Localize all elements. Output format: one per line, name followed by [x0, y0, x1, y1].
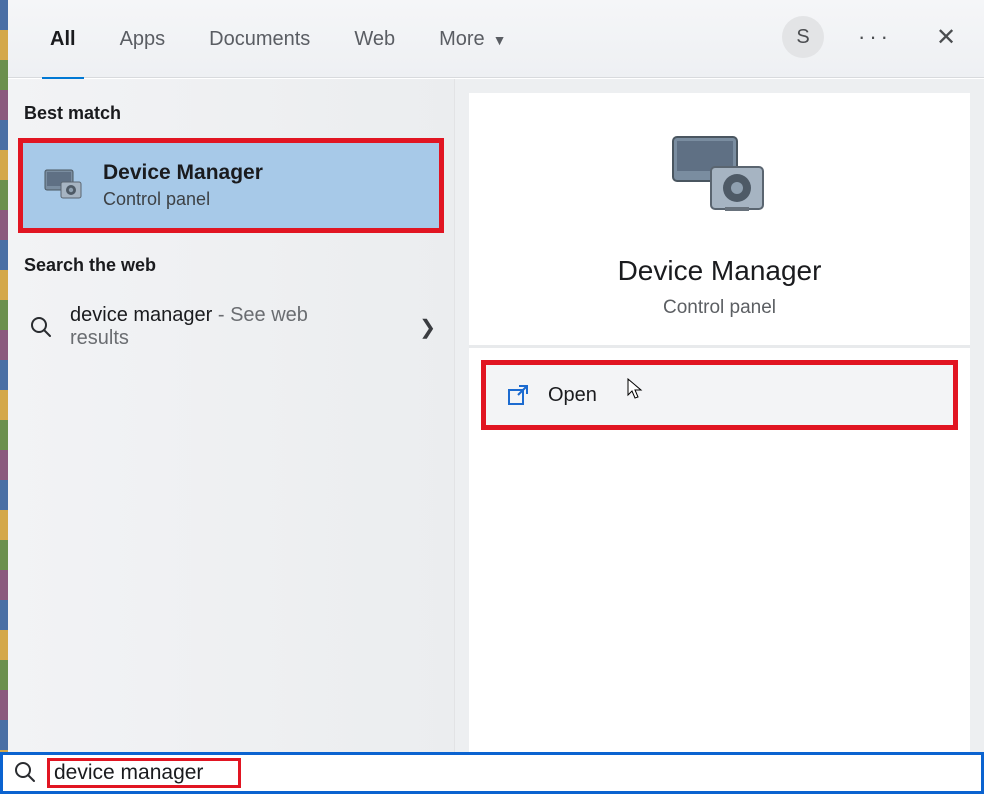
device-manager-large-icon	[665, 123, 775, 233]
desktop-edge-strip	[0, 0, 8, 752]
taskbar-search-box[interactable]	[0, 752, 984, 794]
annotation-best-match: Device Manager Control panel	[18, 138, 444, 233]
main-area: Best match Device Manager	[8, 79, 984, 752]
open-icon	[506, 383, 530, 407]
annotation-search-input	[47, 758, 241, 788]
search-input[interactable]	[54, 761, 234, 785]
more-options-button[interactable]: ···	[850, 16, 900, 58]
user-avatar[interactable]: S	[782, 16, 824, 58]
tab-web[interactable]: Web	[336, 18, 413, 65]
tab-apps[interactable]: Apps	[102, 18, 184, 65]
search-header: All Apps Documents Web More ▼ S ··· ✕	[8, 0, 984, 78]
tab-all[interactable]: All	[32, 18, 94, 65]
preview-subtitle: Control panel	[663, 297, 776, 319]
preview-title: Device Manager	[618, 255, 822, 287]
web-result-line2: results	[70, 327, 308, 350]
section-search-web: Search the web	[8, 233, 454, 290]
web-search-result[interactable]: device manager - See web results ❯	[8, 290, 454, 364]
chevron-down-icon: ▼	[493, 32, 507, 48]
section-best-match: Best match	[8, 93, 454, 138]
search-icon	[13, 760, 39, 786]
close-button[interactable]: ✕	[926, 17, 966, 57]
results-panel: Best match Device Manager	[8, 79, 455, 752]
web-result-query: device manager	[70, 304, 212, 326]
preview-card: Device Manager Control panel Open	[469, 93, 970, 752]
best-match-result[interactable]: Device Manager Control panel	[23, 143, 439, 228]
best-match-title: Device Manager	[103, 161, 263, 185]
tab-more-label: More	[439, 28, 485, 51]
web-result-suffix: - See web	[212, 304, 308, 326]
preview-panel: Device Manager Control panel Open	[455, 79, 984, 752]
search-icon	[26, 312, 56, 342]
preview-header: Device Manager Control panel	[469, 93, 970, 348]
annotation-open-action: Open	[481, 360, 958, 430]
best-match-subtitle: Control panel	[103, 189, 263, 210]
open-action-label: Open	[548, 384, 597, 407]
chevron-right-icon: ❯	[419, 315, 436, 340]
device-manager-icon	[41, 164, 85, 208]
open-action[interactable]: Open	[486, 365, 953, 425]
web-result-text: device manager - See web results	[70, 304, 308, 350]
tab-more[interactable]: More ▼	[421, 18, 524, 65]
avatar-initial: S	[796, 26, 809, 49]
tab-documents[interactable]: Documents	[191, 18, 328, 65]
